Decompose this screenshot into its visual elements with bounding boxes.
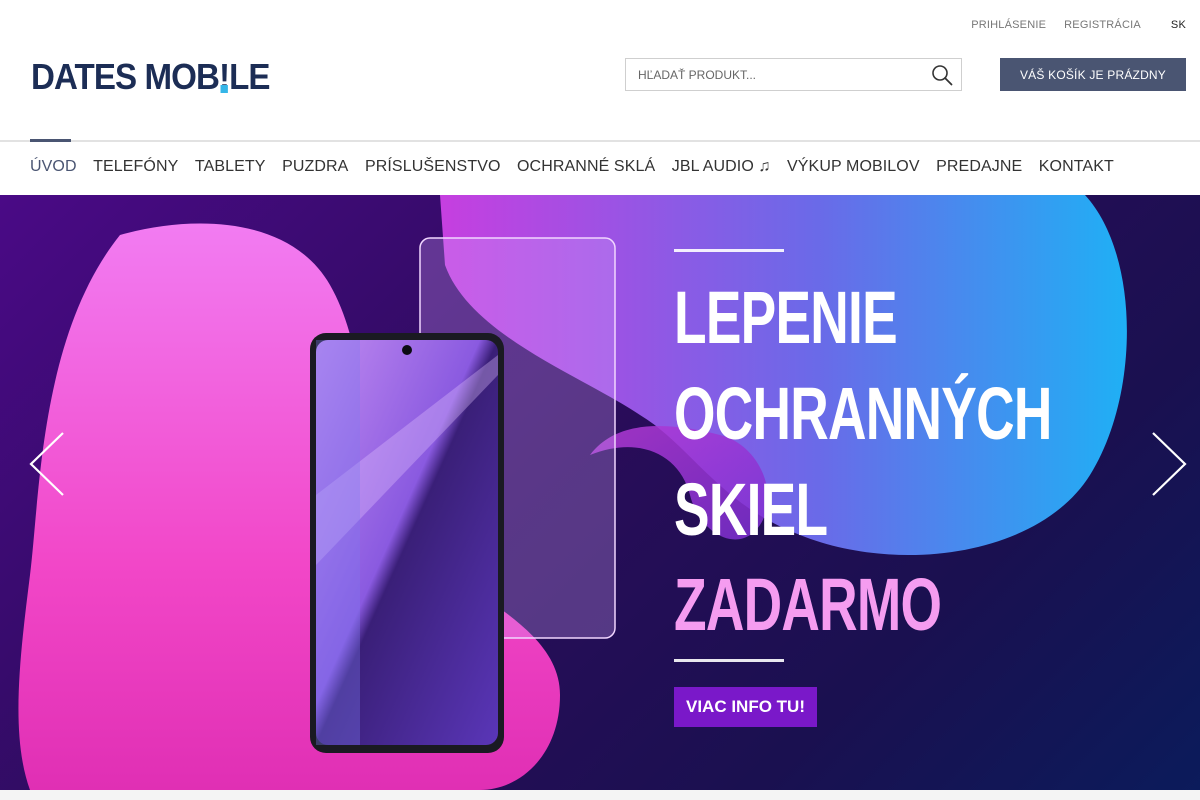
nav-item-predajne[interactable]: PREDAJNE — [936, 158, 1022, 176]
more-info-button[interactable]: VIAC INFO TU! — [674, 687, 817, 727]
logo-text-2: LE — [229, 56, 270, 97]
nav-divider — [0, 140, 1200, 142]
banner-artwork — [18, 195, 1127, 790]
headline-line-4: ZADARMO — [674, 563, 942, 646]
nav-item-jbl-audio[interactable]: JBL AUDIO ♫ — [672, 158, 771, 176]
nav-item-tablety[interactable]: TABLETY — [195, 158, 266, 176]
nav-item-kontakt[interactable]: KONTAKT — [1039, 158, 1114, 176]
logo-text-1: DATES MOB — [31, 56, 220, 97]
nav-item-vykup-mobilov[interactable]: VÝKUP MOBILOV — [787, 158, 920, 176]
login-link[interactable]: PRIHLÁSENIE — [971, 19, 1046, 31]
page-bottom-strip — [0, 790, 1200, 800]
nav-item-ochranne-skla[interactable]: OCHRANNÉ SKLÁ — [517, 158, 655, 176]
headline-line-2: OCHRANNÝCH — [674, 372, 1052, 455]
hero-banner[interactable]: LEPENIE OCHRANNÝCH SKIEL ZADARMO VIAC IN… — [0, 195, 1200, 790]
nav-item-puzdra[interactable]: PUZDRA — [282, 158, 348, 176]
chevron-left-icon[interactable] — [28, 431, 68, 497]
search-input[interactable] — [626, 59, 916, 90]
chevron-right-icon[interactable] — [1148, 431, 1188, 497]
nav-item-prislusenstvo[interactable]: PRÍSLUŠENSTVO — [365, 158, 501, 176]
nav-active-indicator — [30, 139, 71, 142]
register-link[interactable]: REGISTRÁCIA — [1064, 19, 1141, 31]
site-logo[interactable]: DATES MOB!LE — [31, 56, 271, 98]
search-icon[interactable] — [931, 64, 953, 86]
headline-line-3: SKIEL — [674, 468, 828, 551]
search-box — [625, 58, 962, 91]
logo-bang: ! — [218, 56, 230, 97]
language-switch[interactable]: SK — [1171, 19, 1186, 31]
nav-item-telefony[interactable]: TELEFÓNY — [93, 158, 178, 176]
top-links: PRIHLÁSENIE REGISTRÁCIA SK — [953, 19, 1186, 31]
cart-button[interactable]: VÁŠ KOŠÍK JE PRÁZDNY — [1000, 58, 1186, 91]
main-nav: ÚVOD TELEFÓNY TABLETY PUZDRA PRÍSLUŠENST… — [30, 158, 1130, 176]
nav-item-uvod[interactable]: ÚVOD — [30, 158, 77, 176]
headline-line-1: LEPENIE — [674, 276, 898, 359]
